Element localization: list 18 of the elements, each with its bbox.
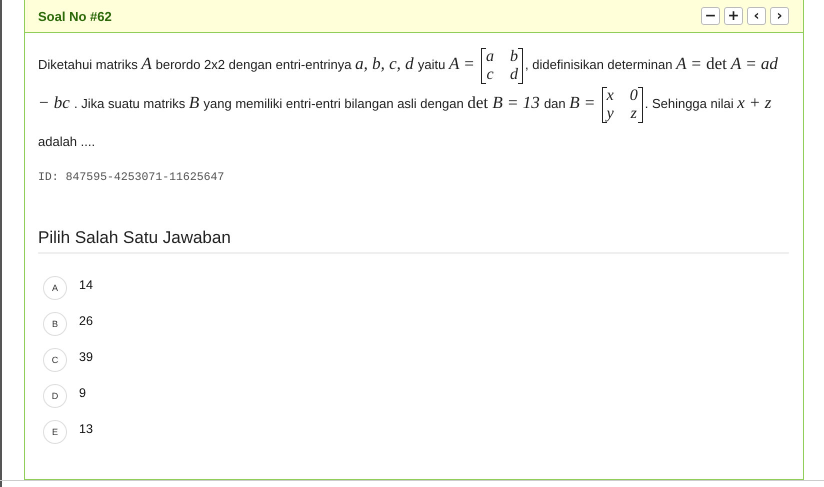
question-text: Diketahui matriks A berordo 2x2 dengan entri-entrinya a, b, c, d yaitu A = a b c d , didefinisikan determinan A = det A = ad − bc . Jika suatu matriks B yang memiliki entri-entri bilangan asli dengan det B = 13 dan B = x 0 y z . Sehingga nilai x + z adalah .... <box>38 46 779 151</box>
question-number: Soal No #62 <box>38 8 112 24</box>
option-text: 39 <box>79 350 93 364</box>
question-id: ID: 847595-4253071-11625647 <box>38 171 226 184</box>
option-letter-button[interactable]: B <box>43 312 67 336</box>
expand-button[interactable]: + <box>724 7 743 25</box>
answers-heading: Pilih Salah Satu Jawaban <box>38 228 789 254</box>
option-text: 13 <box>79 422 93 436</box>
option-text: 14 <box>79 278 93 292</box>
next-button[interactable]: › <box>770 7 789 25</box>
option-letter-button[interactable]: E <box>43 420 67 444</box>
option-letter-button[interactable]: A <box>43 276 67 300</box>
collapse-button[interactable]: − <box>701 7 720 25</box>
option-letter-button[interactable]: C <box>43 348 67 372</box>
option-text: 9 <box>79 386 86 400</box>
option-text: 26 <box>79 314 93 328</box>
option-letter-button[interactable]: D <box>43 384 67 408</box>
previous-button[interactable]: ‹ <box>747 7 766 25</box>
